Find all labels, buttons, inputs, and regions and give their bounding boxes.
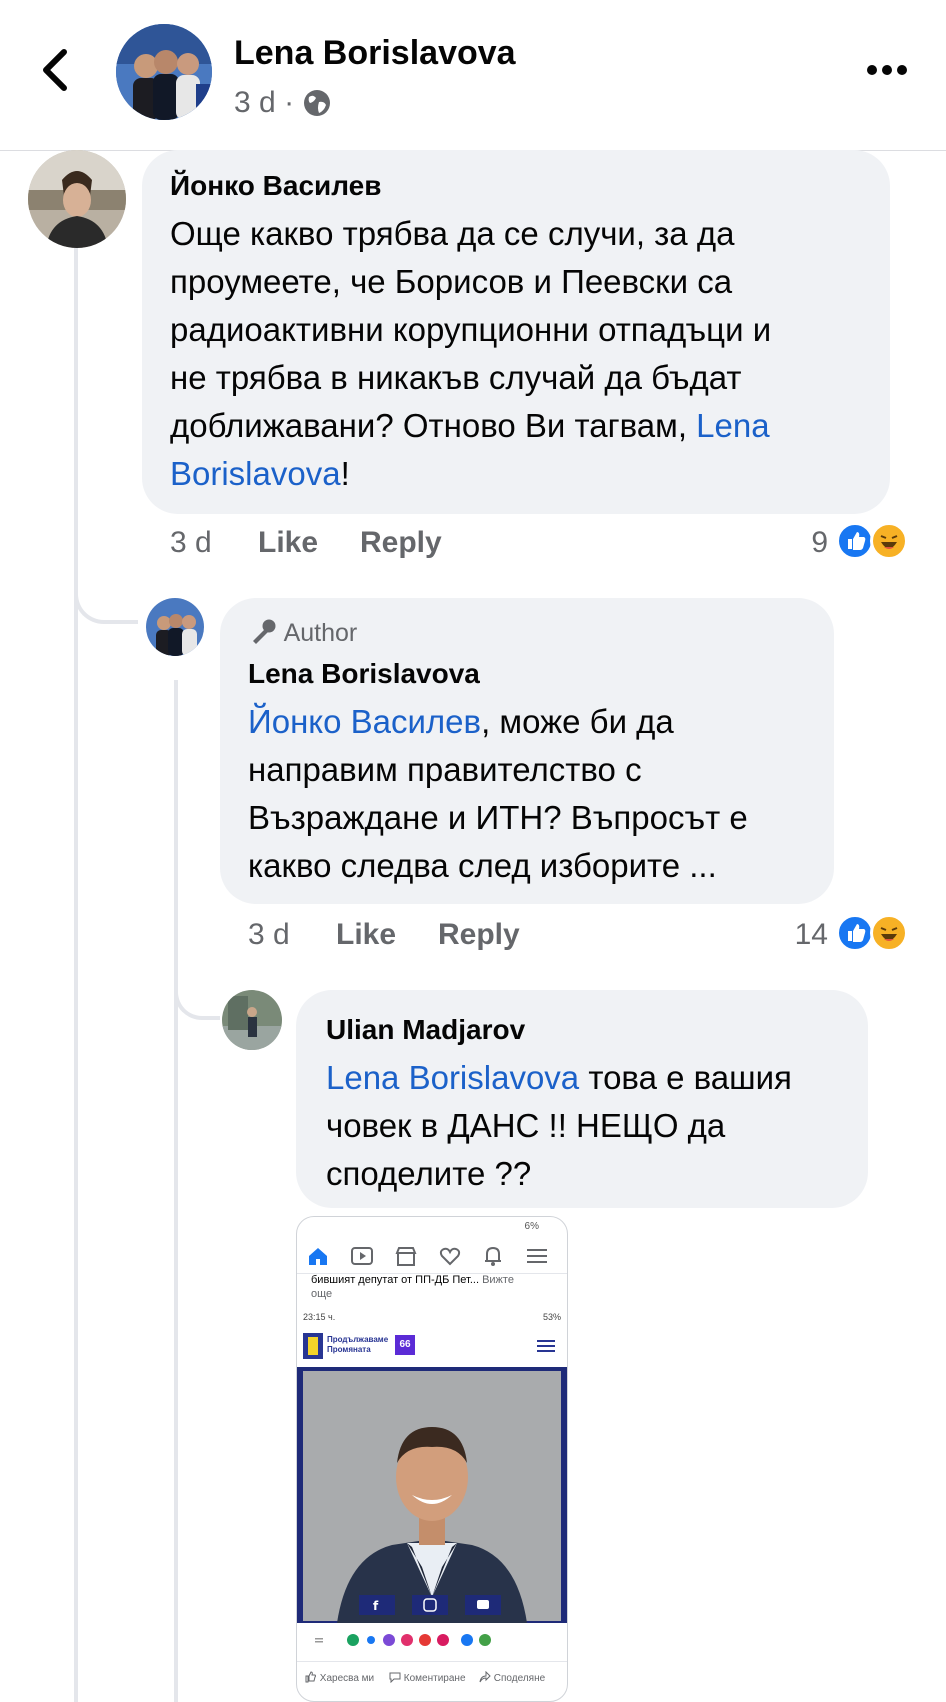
snippet-see-more-2: още <box>311 1288 333 1300</box>
comment-line: доближавани? Отново Ви тагвам, Lena <box>170 402 880 450</box>
comment-line-text: това е вашия <box>579 1059 792 1096</box>
mention-link[interactable]: Lena <box>696 407 769 444</box>
inner-comment-action: Коментиране <box>389 1671 466 1684</box>
comment-author-2[interactable]: Lena Borislavova <box>248 658 480 690</box>
brand-logo <box>303 1333 323 1359</box>
comment-line-text: ! <box>340 455 350 492</box>
hamburger-icon <box>537 1340 555 1352</box>
share-icon <box>479 1670 491 1683</box>
attached-screenshot[interactable]: 6% бившият депутат от ПП-ДБ Пет... Вижте… <box>296 1216 568 1702</box>
post-header: Lena Borislavova 3 d · <box>0 0 946 151</box>
like-reaction-icon <box>836 522 874 560</box>
candidate-photo: f <box>297 1367 567 1623</box>
comment-text-1: Още какво трябва да се случи, за да проу… <box>170 210 880 498</box>
inner-comment-label: Коментиране <box>403 1673 466 1684</box>
thumbs-up-icon <box>305 1671 316 1683</box>
commenter-avatar[interactable] <box>28 150 126 248</box>
mention-link[interactable]: Йонко Василев <box>248 703 481 740</box>
home-icon <box>309 1248 327 1265</box>
comment-line: Borislavova! <box>170 450 880 498</box>
reply-button-2[interactable]: Reply <box>438 918 520 952</box>
more-options-button[interactable] <box>866 60 908 80</box>
attachment-nav-bar <box>297 1239 567 1274</box>
inner-share-label: Споделяне <box>493 1673 546 1684</box>
reactions-1[interactable] <box>836 520 920 562</box>
author-avatar[interactable] <box>116 24 212 120</box>
heart-icon <box>439 1247 461 1266</box>
mention-link[interactable]: Lena Borislavova <box>326 1059 579 1096</box>
author-badge-label: Author <box>283 619 358 647</box>
inner-status-bar: 23:15 ч. 53% <box>297 1309 567 1325</box>
svg-text:f: f <box>373 1599 379 1613</box>
mention-link[interactable]: Borislavova <box>170 455 341 492</box>
bell-icon <box>485 1246 501 1266</box>
attachment-snippet: бившият депутат от ПП-ДБ Пет... Вижте ощ… <box>311 1273 561 1301</box>
haha-reaction-icon <box>870 522 908 560</box>
snippet-see-more: Вижте <box>482 1274 514 1286</box>
comment-time-1: 3 d <box>170 526 212 559</box>
haha-reaction-icon <box>870 914 908 952</box>
comment-line: човек в ДАНС !! НЕЩО да <box>326 1107 726 1144</box>
comment-line: Възраждане и ИТН? Въпросът е <box>248 799 748 836</box>
comment-line-text: , може би да <box>481 703 674 740</box>
video-icon <box>351 1247 373 1265</box>
comment-author-3[interactable]: Ulian Madjarov <box>326 1014 525 1046</box>
inner-like-action: Харесва ми <box>305 1671 374 1684</box>
thread-connector-2 <box>174 960 220 1020</box>
status-battery: 6% <box>524 1221 539 1232</box>
comment-line: Още какво трябва да се случи, за да <box>170 215 735 252</box>
reaction-count-2[interactable]: 14 <box>760 918 828 952</box>
brand-line-1: Продължаваме <box>327 1335 389 1344</box>
comment-line-text: доближавани? Отново Ви тагвам, <box>170 407 697 444</box>
author-badge: Author <box>248 618 357 648</box>
reply-button-1[interactable]: Reply <box>360 526 442 560</box>
thread-line-main <box>74 244 78 1702</box>
comment-time-2: 3 d <box>248 918 290 951</box>
thread-line-reply <box>174 680 178 1702</box>
post-time: 3 d <box>234 86 276 119</box>
snippet-text: бившият депутат от ПП-ДБ Пет... <box>311 1274 480 1286</box>
microphone-icon <box>253 619 276 644</box>
comment-line: не трябва в никакъв случай да бъдат <box>170 359 742 396</box>
comment-line: какво следва след изборите ... <box>248 847 717 884</box>
inner-time: 23:15 ч. <box>303 1312 336 1322</box>
attachment-status-bar: 6% <box>297 1217 567 1239</box>
reaction-count-1[interactable]: 9 <box>760 526 828 560</box>
comment-line: Йонко Василев, може би да <box>248 698 828 746</box>
comment-line: направим правителство с <box>248 751 642 788</box>
post-meta: 3 d · <box>234 86 332 126</box>
menu-icon <box>527 1249 547 1263</box>
page-title[interactable]: Lena Borislavova <box>234 34 516 73</box>
brand-name: Продължаваме Промяната <box>327 1335 388 1355</box>
brand-number: 66 <box>395 1335 415 1355</box>
inner-action-bar: Харесва ми Коментиране Споделяне <box>297 1661 567 1692</box>
comment-line: радиоактивни корупционни отпадъци и <box>170 311 772 348</box>
inner-icons-row <box>297 1627 567 1653</box>
globe-icon <box>304 90 331 116</box>
like-reaction-icon <box>836 914 874 952</box>
comment-author-1[interactable]: Йонко Василев <box>170 170 381 202</box>
comment-text-2: Йонко Василев, може би да направим прави… <box>248 698 828 890</box>
comment-text-3: Lena Borislavova това е вашия човек в ДА… <box>326 1054 866 1198</box>
inner-battery: 53% <box>542 1312 561 1322</box>
back-button[interactable] <box>36 46 76 94</box>
reply-avatar[interactable] <box>222 990 282 1050</box>
meta-separator: · <box>284 86 295 119</box>
inner-share-action: Споделяне <box>479 1670 546 1684</box>
comment-icon <box>389 1672 401 1684</box>
like-button-1[interactable]: Like <box>258 526 318 560</box>
inner-like-label: Харесва ми <box>319 1673 375 1684</box>
comment-line: споделите ?? <box>326 1155 532 1192</box>
brand-line-2: Промяната <box>327 1345 371 1354</box>
reactions-2[interactable] <box>836 912 920 954</box>
comment-line: проумеете, че Борисов и Пеевски са <box>170 263 733 300</box>
like-button-2[interactable]: Like <box>336 918 396 952</box>
more-dots-icon <box>867 65 907 75</box>
comment-line: Lena Borislavova това е вашия <box>326 1054 866 1102</box>
thread-connector-1 <box>74 560 138 624</box>
marketplace-icon <box>395 1247 417 1266</box>
brand-header: Продължаваме Промяната 66 <box>297 1327 567 1367</box>
chevron-left-icon <box>43 49 67 91</box>
author-reply-avatar[interactable] <box>146 598 204 656</box>
